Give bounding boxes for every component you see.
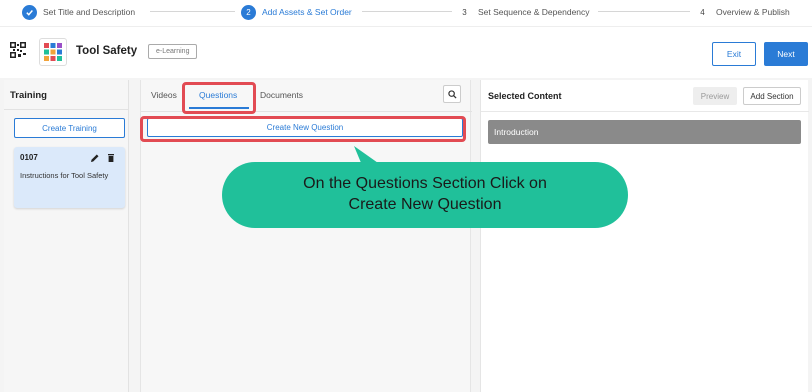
step-2-label: Add Assets & Set Order bbox=[262, 7, 352, 17]
step-1[interactable]: Set Title and Description bbox=[22, 4, 135, 20]
step-3-number: 3 bbox=[462, 7, 467, 17]
exit-button[interactable]: Exit bbox=[712, 42, 756, 66]
course-logo bbox=[39, 38, 67, 66]
progress-stepper: Set Title and Description 2 Add Assets &… bbox=[0, 0, 812, 26]
step-1-label: Set Title and Description bbox=[43, 7, 136, 17]
step-2[interactable]: 2 Add Assets & Set Order bbox=[241, 4, 352, 20]
add-section-button[interactable]: Add Section bbox=[743, 87, 801, 105]
create-new-question-button[interactable]: Create New Question bbox=[147, 118, 463, 137]
selected-content-header: Selected Content Preview Add Section bbox=[481, 80, 809, 112]
tab-questions[interactable]: Questions bbox=[199, 90, 237, 100]
course-type-badge: e-Learning bbox=[148, 44, 198, 59]
step-connector bbox=[150, 11, 235, 12]
callout-line-2: Create New Question bbox=[348, 196, 502, 213]
active-tab-indicator bbox=[189, 107, 249, 109]
assets-tabs: Videos Questions Documents bbox=[141, 80, 472, 112]
step-3-label: Set Sequence & Dependency bbox=[478, 7, 590, 17]
search-button[interactable] bbox=[443, 85, 461, 103]
selected-content-title: Selected Content bbox=[488, 91, 562, 101]
assets-panel: Videos Questions Documents Create New Qu… bbox=[140, 80, 472, 392]
training-panel: Training Create Training 0107 Instructio… bbox=[4, 80, 129, 392]
step-4-number: 4 bbox=[700, 7, 705, 17]
step-connector bbox=[362, 11, 452, 12]
callout-line-1: On the Questions Section Click on bbox=[303, 175, 547, 192]
step-connector bbox=[598, 11, 690, 12]
section-item[interactable]: Introduction bbox=[488, 120, 801, 144]
create-training-button[interactable]: Create Training bbox=[14, 118, 125, 138]
page-title: Tool Safety bbox=[76, 45, 138, 57]
selected-content-panel: Selected Content Preview Add Section Int… bbox=[480, 80, 809, 392]
qr-code-icon[interactable] bbox=[10, 42, 26, 58]
instruction-callout: On the Questions Section Click on Create… bbox=[222, 162, 628, 228]
search-icon bbox=[447, 89, 457, 99]
tab-documents[interactable]: Documents bbox=[260, 90, 303, 100]
training-card[interactable]: 0107 Instructions for Tool Safety bbox=[14, 147, 125, 208]
tab-videos[interactable]: Videos bbox=[151, 90, 177, 100]
training-card-id: 0107 bbox=[20, 153, 38, 162]
training-panel-title: Training bbox=[10, 90, 47, 101]
training-card-description: Instructions for Tool Safety bbox=[20, 171, 109, 180]
step-3[interactable]: 3 Set Sequence & Dependency bbox=[457, 4, 590, 20]
step-2-number: 2 bbox=[241, 4, 256, 20]
step-4-label: Overview & Publish bbox=[716, 7, 790, 17]
preview-button[interactable]: Preview bbox=[693, 87, 737, 105]
app-grid-icon bbox=[44, 43, 62, 61]
page-header: Tool Safety e-Learning Exit Next bbox=[0, 26, 812, 78]
check-icon bbox=[22, 4, 37, 20]
next-button[interactable]: Next bbox=[764, 42, 808, 66]
trash-icon[interactable] bbox=[106, 153, 116, 163]
step-4[interactable]: 4 Overview & Publish bbox=[695, 4, 790, 20]
pencil-icon[interactable] bbox=[90, 153, 100, 163]
